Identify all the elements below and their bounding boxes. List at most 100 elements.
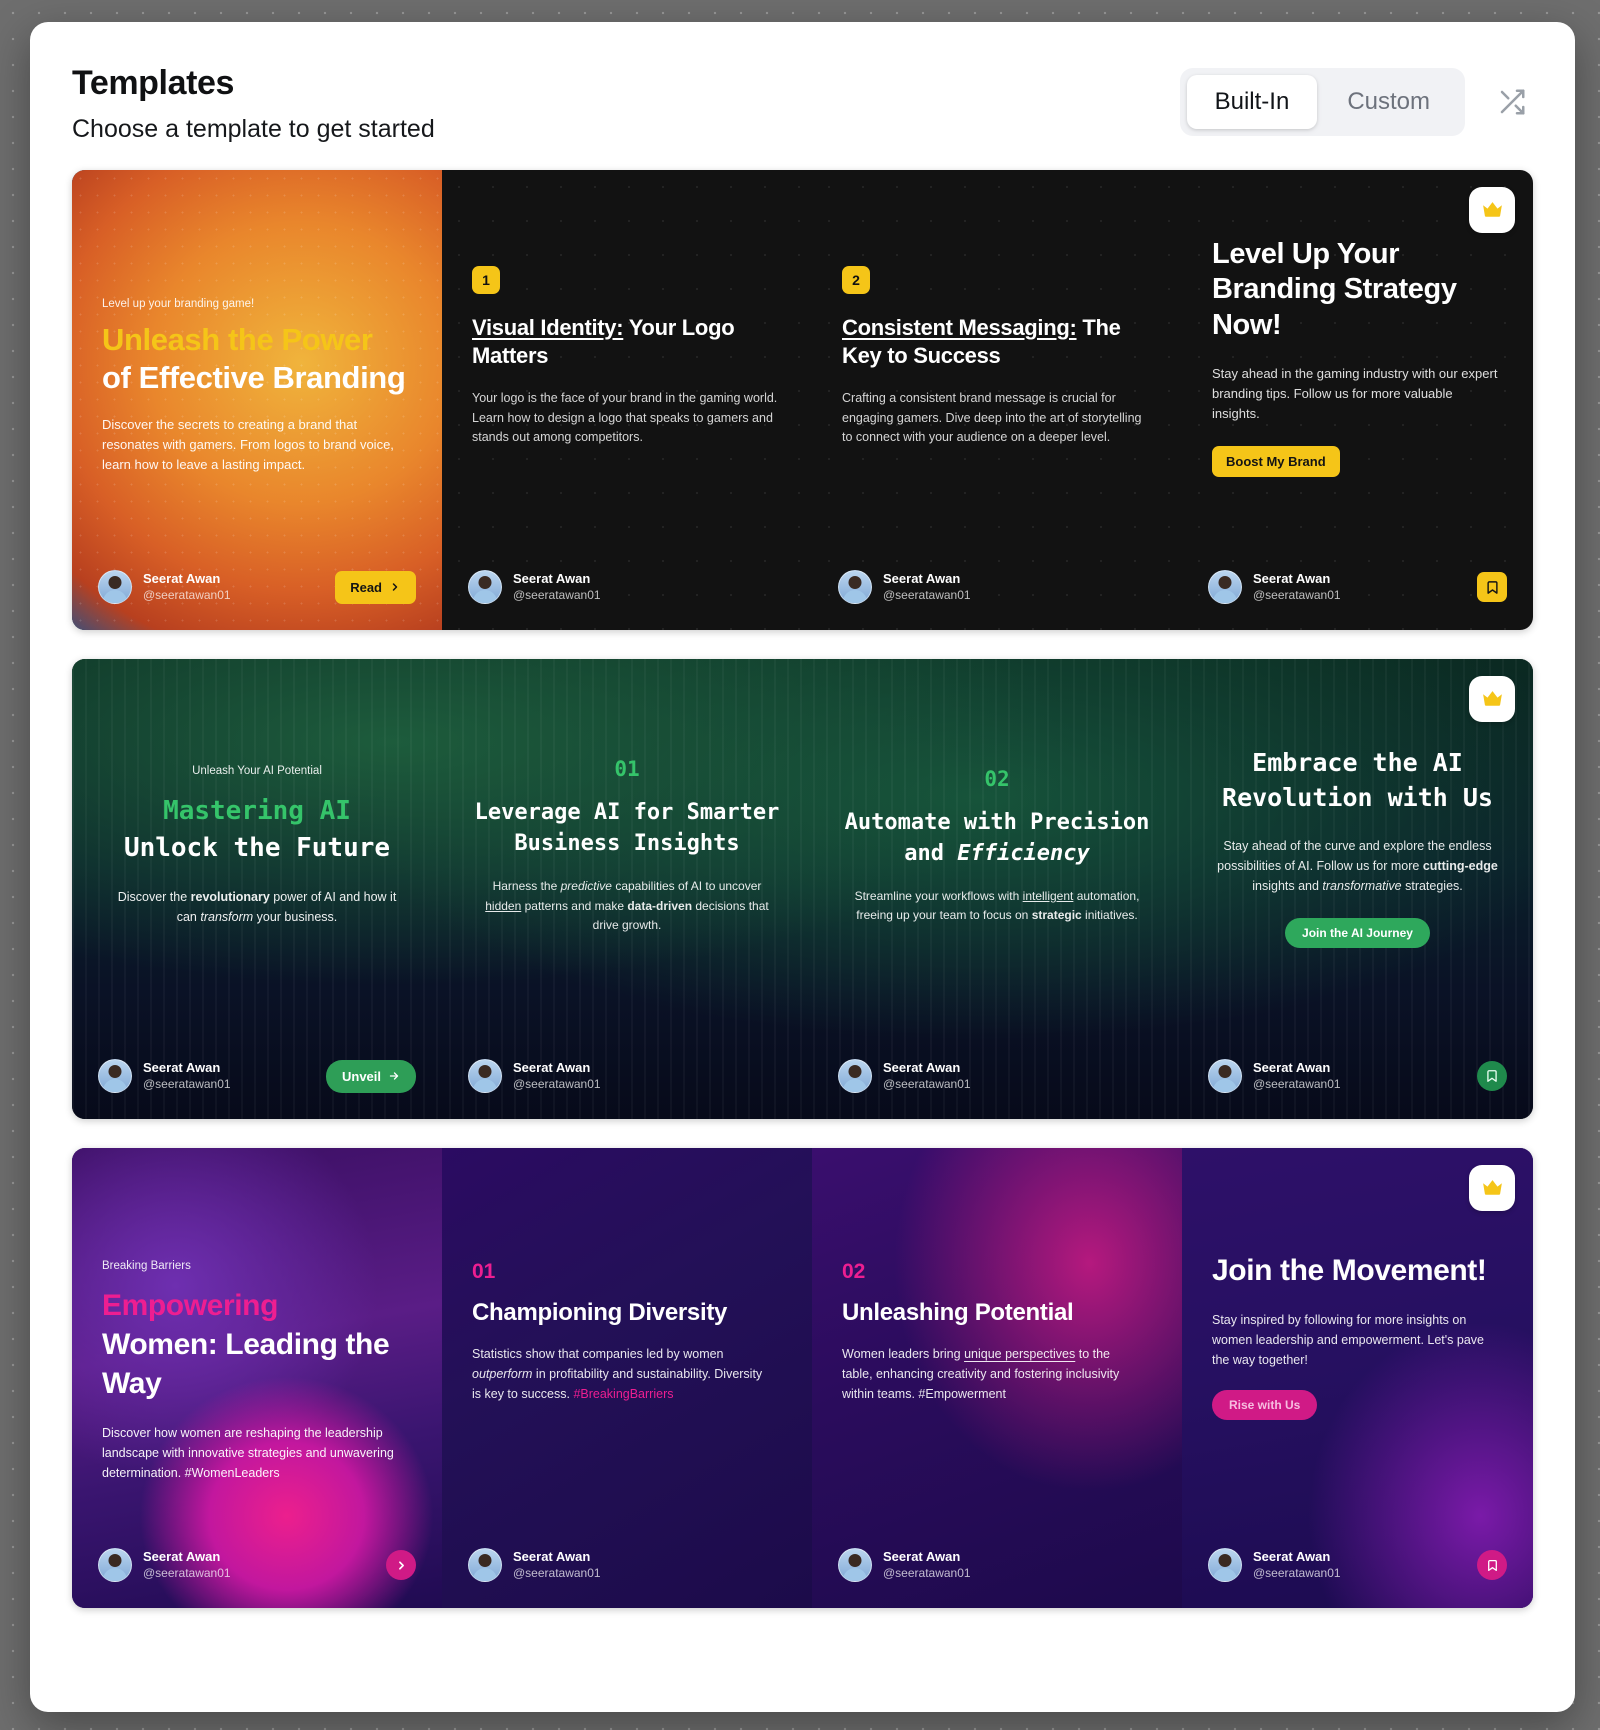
avatar <box>1208 570 1242 604</box>
slide-footer: Seerat Awan @seeratawan01 Unveil <box>72 1033 442 1119</box>
slide-content: 02 Automate with Precision and Efficienc… <box>812 659 1182 1033</box>
slide-title: Consistent Messaging: The Key to Success <box>842 314 1152 371</box>
cover-title: Empowering Women: Leading the Way <box>102 1286 412 1403</box>
template-card-ai[interactable]: Unleash Your AI Potential Mastering AI U… <box>72 659 1533 1119</box>
body-post: initiatives. <box>1082 908 1138 922</box>
body-italic: outperform <box>472 1367 532 1381</box>
tab-custom[interactable]: Custom <box>1319 75 1458 129</box>
page-title: Templates <box>72 64 435 103</box>
header-controls: Built-In Custom <box>1180 58 1533 136</box>
bookmark-icon[interactable] <box>1477 1550 1507 1580</box>
avatar <box>468 1548 502 1582</box>
author-name: Seerat Awan <box>143 571 231 588</box>
author: Seerat Awan @seeratawan01 <box>468 570 601 604</box>
tab-built-in[interactable]: Built-In <box>1187 75 1318 129</box>
slide-title-italic: Efficiency <box>957 841 1089 866</box>
premium-crown-icon <box>1469 187 1515 233</box>
cover-title-rest: Women: Leading the Way <box>102 1328 389 1400</box>
author-meta: Seerat Awan @seeratawan01 <box>143 1549 231 1581</box>
author-meta: Seerat Awan @seeratawan01 <box>513 1549 601 1581</box>
outro-body: Stay inspired by following for more insi… <box>1212 1310 1503 1370</box>
slide-body: Your logo is the face of your brand in t… <box>472 389 782 448</box>
next-slide-button[interactable] <box>386 1550 416 1580</box>
slide-number: 02 <box>842 1260 1152 1284</box>
template-card-women[interactable]: Breaking Barriers Empowering Women: Lead… <box>72 1148 1533 1608</box>
cover-title-rest: Unlock the Future <box>124 833 390 863</box>
outro-title: Join the Movement! <box>1212 1252 1503 1290</box>
template-list: Level up your branding game! Unleash the… <box>30 144 1575 1648</box>
slide-content: 02 Unleashing Potential Women leaders br… <box>812 1148 1182 1522</box>
bookmark-icon[interactable] <box>1477 572 1507 602</box>
outro-cta-button[interactable]: Rise with Us <box>1212 1390 1317 1420</box>
body-pre: Harness the <box>493 879 561 893</box>
cover-title-rest: of Effective Branding <box>102 360 405 395</box>
author: Seerat Awan @seeratawan01 <box>98 570 231 604</box>
cover-body-pre: Discover the <box>118 890 191 904</box>
avatar <box>98 1059 132 1093</box>
template-slide-2: 2 Consistent Messaging: The Key to Succe… <box>812 170 1182 630</box>
avatar <box>468 1059 502 1093</box>
author-name: Seerat Awan <box>883 1549 971 1566</box>
author-name: Seerat Awan <box>1253 1549 1341 1566</box>
slide-footer: Seerat Awan @seeratawan01 <box>442 544 812 630</box>
unveil-button[interactable]: Unveil <box>326 1060 416 1093</box>
author-meta: Seerat Awan @seeratawan01 <box>143 1060 231 1092</box>
body-pre: Streamline your workflows with <box>855 889 1023 903</box>
read-button[interactable]: Read <box>335 571 416 604</box>
avatar <box>1208 1548 1242 1582</box>
template-cover-slide: Level up your branding game! Unleash the… <box>72 170 442 630</box>
premium-crown-icon <box>1469 1165 1515 1211</box>
template-slide-1: 01 Championing Diversity Statistics show… <box>442 1148 812 1608</box>
cover-eyebrow: Unleash Your AI Potential <box>192 765 322 777</box>
author-handle: @seeratawan01 <box>143 588 231 603</box>
body-underline: hidden <box>485 899 521 913</box>
author-handle: @seeratawan01 <box>1253 1077 1341 1092</box>
slide-footer: Seerat Awan @seeratawan01 <box>1182 1033 1533 1119</box>
author: Seerat Awan @seeratawan01 <box>468 1548 601 1582</box>
bookmark-icon[interactable] <box>1477 1061 1507 1091</box>
template-cover-slide: Breaking Barriers Empowering Women: Lead… <box>72 1148 442 1608</box>
body-underline: unique perspectives <box>964 1347 1075 1361</box>
author-handle: @seeratawan01 <box>883 588 971 603</box>
slide-title: Visual Identity: Your Logo Matters <box>472 314 782 371</box>
author-name: Seerat Awan <box>1253 1060 1341 1077</box>
author-name: Seerat Awan <box>143 1060 231 1077</box>
outro-cta-button[interactable]: Boost My Brand <box>1212 446 1340 477</box>
slide-content: 01 Leverage AI for Smarter Business Insi… <box>442 659 812 1033</box>
outro-title: Embrace the AI Revolution with Us <box>1212 745 1503 816</box>
cover-title: Mastering AI Unlock the Future <box>124 793 390 867</box>
template-source-toggle[interactable]: Built-In Custom <box>1180 68 1465 136</box>
shuffle-icon[interactable] <box>1491 81 1533 123</box>
slide-body: Women leaders bring unique perspectives … <box>842 1344 1142 1404</box>
author-meta: Seerat Awan @seeratawan01 <box>143 571 231 603</box>
avatar <box>838 1059 872 1093</box>
author-handle: @seeratawan01 <box>513 1566 601 1581</box>
templates-window: Templates Choose a template to get start… <box>30 22 1575 1712</box>
template-outro-slide: Embrace the AI Revolution with Us Stay a… <box>1182 659 1533 1119</box>
template-card-branding[interactable]: Level up your branding game! Unleash the… <box>72 170 1533 630</box>
author-handle: @seeratawan01 <box>1253 1566 1341 1581</box>
slide-footer: Seerat Awan @seeratawan01 <box>812 1522 1182 1608</box>
outro-cta-button[interactable]: Join the AI Journey <box>1285 918 1430 948</box>
arrow-right-icon <box>388 1070 400 1082</box>
author-meta: Seerat Awan @seeratawan01 <box>1253 571 1341 603</box>
slide-content: 01 Championing Diversity Statistics show… <box>442 1148 812 1522</box>
cover-title-highlight: Empowering <box>102 1289 278 1322</box>
cover-body: Discover how women are reshaping the lea… <box>102 1423 407 1483</box>
author-meta: Seerat Awan @seeratawan01 <box>883 571 971 603</box>
author-meta: Seerat Awan @seeratawan01 <box>513 1060 601 1092</box>
body-pre: Statistics show that companies led by wo… <box>472 1347 724 1361</box>
body-pre: Women leaders bring <box>842 1347 964 1361</box>
author-name: Seerat Awan <box>513 1060 601 1077</box>
slide-footer: Seerat Awan @seeratawan01 <box>442 1522 812 1608</box>
cover-eyebrow: Breaking Barriers <box>102 1260 412 1272</box>
cover-body-bold: revolutionary <box>191 890 270 904</box>
author: Seerat Awan @seeratawan01 <box>1208 570 1341 604</box>
author-meta: Seerat Awan @seeratawan01 <box>513 571 601 603</box>
template-slide-2: 02 Automate with Precision and Efficienc… <box>812 659 1182 1119</box>
author-handle: @seeratawan01 <box>1253 588 1341 603</box>
body-bold: cutting-edge <box>1423 859 1498 873</box>
template-cover-slide: Unleash Your AI Potential Mastering AI U… <box>72 659 442 1119</box>
slide-title: Leverage AI for Smarter Business Insight… <box>472 797 782 859</box>
author-meta: Seerat Awan @seeratawan01 <box>1253 1549 1341 1581</box>
